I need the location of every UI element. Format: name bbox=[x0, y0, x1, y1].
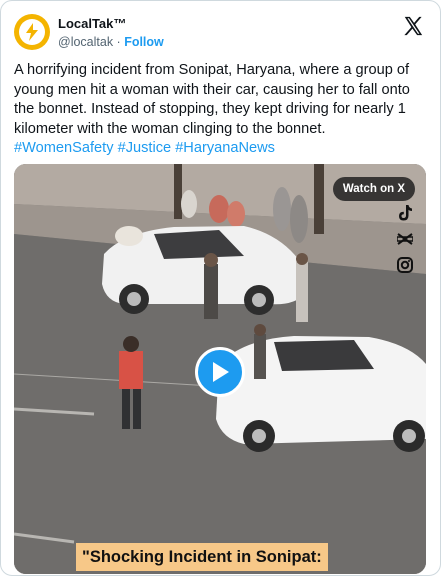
watch-on-x-button[interactable]: Watch on X bbox=[332, 177, 415, 201]
play-button[interactable] bbox=[195, 347, 245, 397]
x-logo-icon[interactable] bbox=[402, 15, 424, 37]
hashtag-justice[interactable]: #Justice bbox=[118, 140, 172, 156]
capcut-icon bbox=[396, 230, 414, 248]
tiktok-icon bbox=[396, 204, 414, 222]
tweet-text: A horrifying incident from Sonipat, Hary… bbox=[14, 61, 429, 159]
separator: · bbox=[113, 35, 125, 49]
video-caption: "Shocking Incident in Sonipat: bbox=[76, 543, 328, 571]
hashtag-haryana-news[interactable]: #HaryanaNews bbox=[175, 140, 275, 156]
tweet-header: LocalTak™ @localtak · Follow bbox=[14, 13, 428, 53]
avatar[interactable] bbox=[14, 14, 50, 50]
watermark-icons bbox=[396, 204, 414, 282]
account-info: LocalTak™ @localtak · Follow bbox=[58, 15, 164, 51]
play-icon bbox=[213, 362, 229, 382]
account-handle[interactable]: @localtak bbox=[58, 35, 113, 49]
tweet-body: A horrifying incident from Sonipat, Hary… bbox=[14, 62, 410, 137]
follow-button[interactable]: Follow bbox=[124, 35, 164, 49]
hashtag-women-safety[interactable]: #WomenSafety bbox=[14, 140, 114, 156]
video-player[interactable]: Watch on X "Shocking Incident in Sonipat… bbox=[14, 164, 426, 574]
tweet-card[interactable]: LocalTak™ @localtak · Follow A horrifyin… bbox=[0, 0, 441, 576]
lightning-icon bbox=[19, 19, 45, 45]
account-name[interactable]: LocalTak™ bbox=[58, 15, 164, 32]
handle-row: @localtak · Follow bbox=[58, 34, 164, 51]
instagram-icon bbox=[396, 256, 414, 274]
